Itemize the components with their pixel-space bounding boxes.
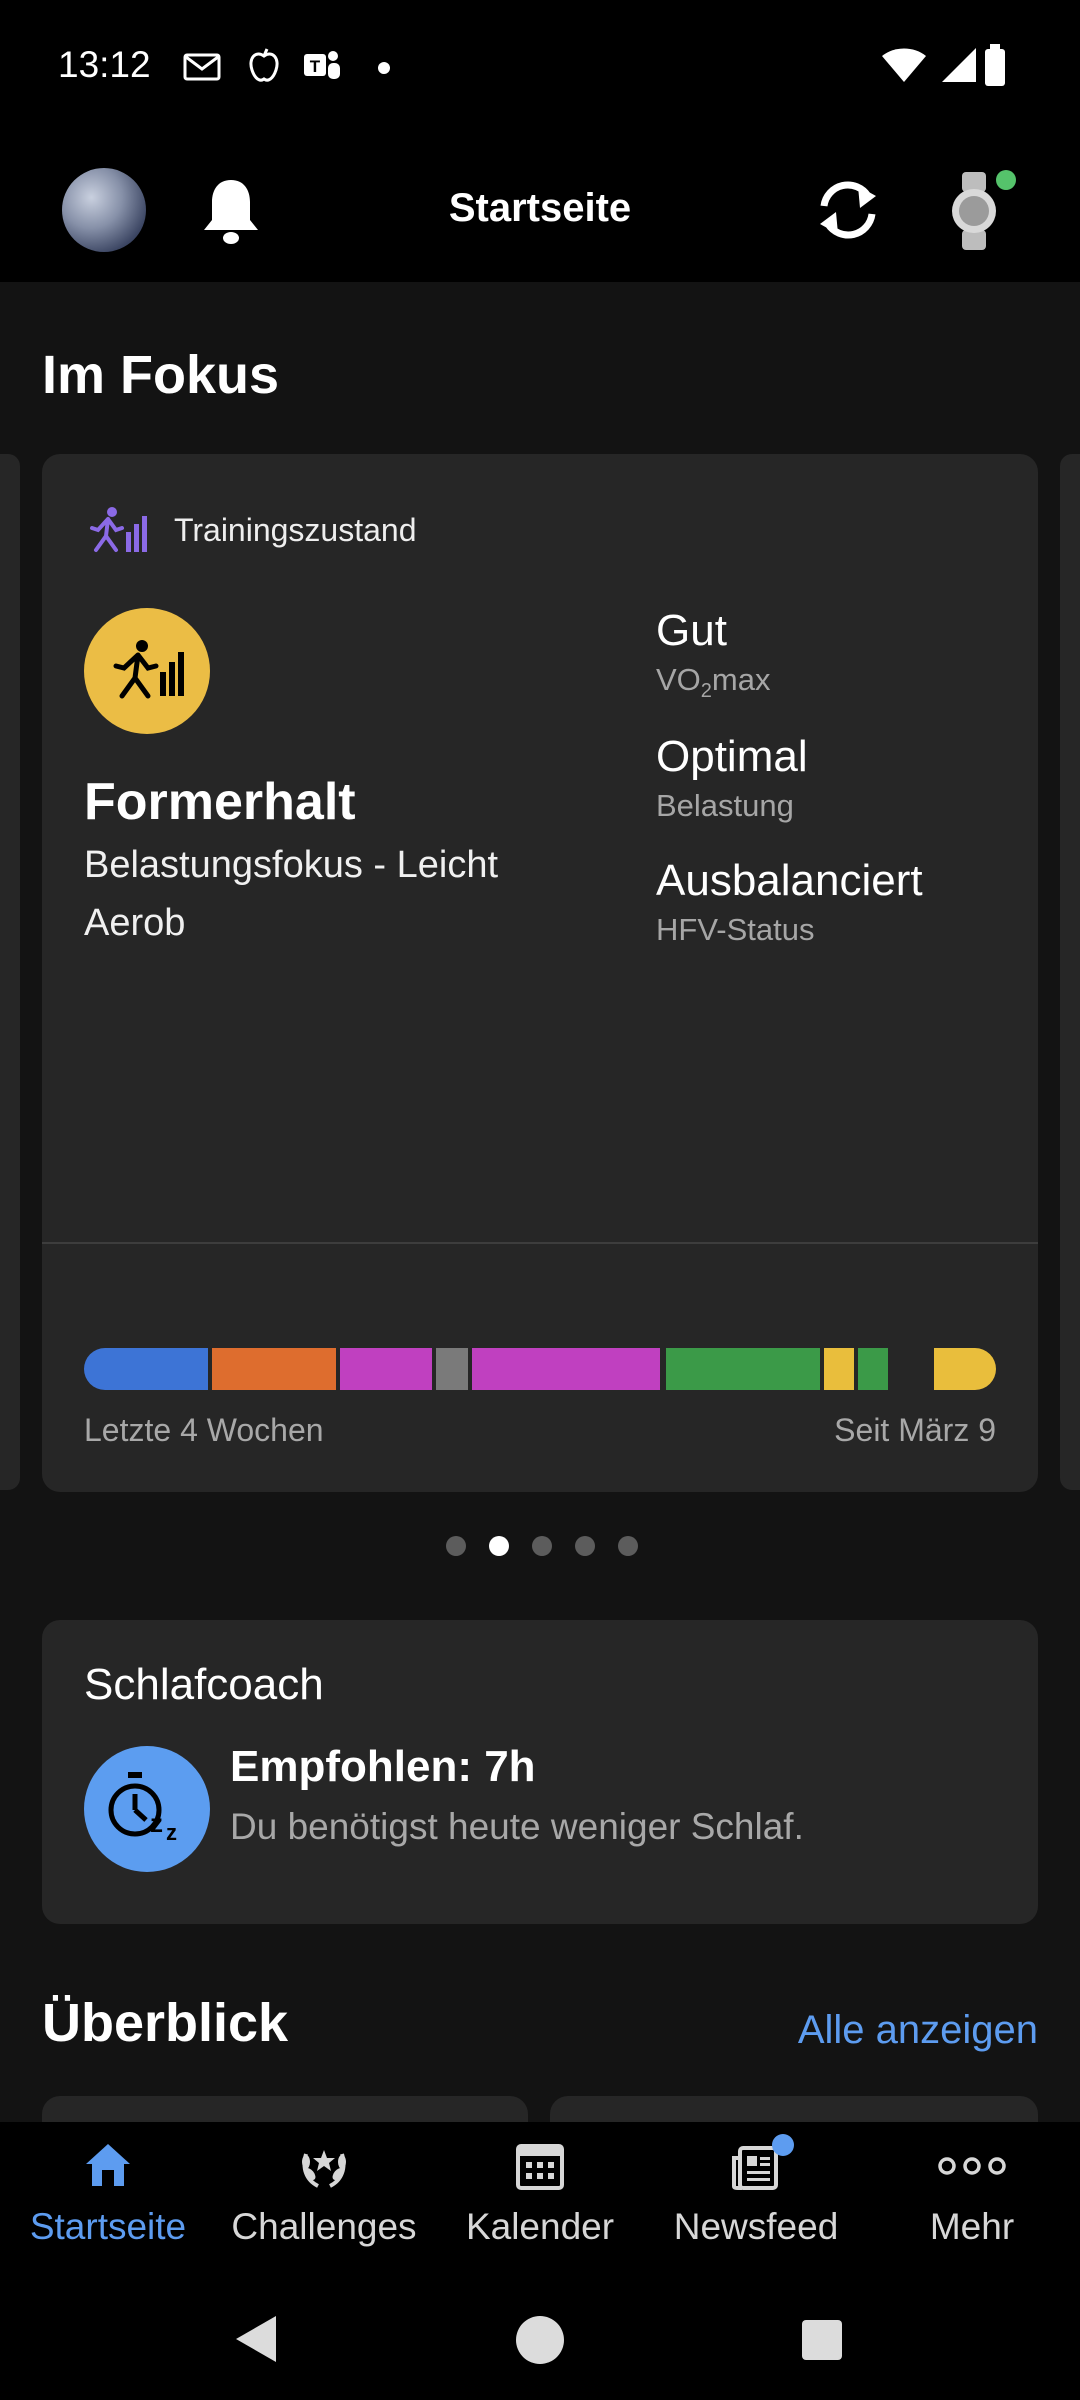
history-segment-3 [340, 1348, 432, 1390]
history-segment-7 [824, 1348, 854, 1390]
svg-text:T: T [310, 57, 321, 76]
training-status-subtitle: Belastungsfokus - Leicht Aerob [84, 844, 499, 944]
nav-label: Mehr [929, 2206, 1015, 2247]
sleep-coach-title: Schlafcoach [84, 1660, 324, 1709]
home-icon [86, 2144, 130, 2186]
history-segment-1 [84, 1348, 208, 1390]
card-divider [42, 1242, 1038, 1244]
recents-button[interactable] [802, 2320, 842, 2360]
training-status-card[interactable]: Trainingszustand Formerhalt Belastungsfo… [42, 454, 1038, 1492]
more-icon [938, 2157, 1006, 2175]
history-segment-5 [472, 1348, 660, 1390]
history-segment-6 [666, 1348, 820, 1390]
status-time: 13:12 [58, 44, 151, 85]
nav-label: Kalender [465, 2206, 615, 2247]
nav-label: Newsfeed [673, 2206, 839, 2247]
metric-vo2max-label: VO2max [656, 662, 771, 703]
home-button[interactable] [516, 2316, 564, 2364]
pager-dot-2[interactable] [489, 1536, 509, 1556]
section-title-overview: Überblick [42, 1993, 289, 2053]
history-caption-left: Letzte 4 Wochen [84, 1412, 324, 1448]
sleep-timer-icon: z z [108, 1772, 177, 1845]
metric-hrv-label: HFV-Status [656, 912, 815, 947]
pager-dot-4[interactable] [575, 1536, 595, 1556]
show-all-link[interactable]: Alle anzeigen [798, 2008, 1038, 2053]
battery-icon [985, 44, 1005, 86]
sleep-coach-card[interactable]: Schlafcoach z z Empfohlen: 7h Du benötig… [42, 1620, 1038, 1924]
metric-load-label: Belastung [656, 788, 794, 823]
history-segment-8 [858, 1348, 888, 1390]
svg-text:z: z [150, 1808, 163, 1838]
wifi-icon [882, 48, 926, 82]
history-segment-9 [934, 1348, 996, 1390]
laurel-icon [302, 2150, 346, 2188]
previous-card-peek[interactable] [0, 454, 20, 1490]
history-segment-4 [436, 1348, 468, 1390]
calendar-icon [516, 2144, 564, 2190]
watch-connected-indicator [996, 170, 1016, 190]
history-segment-2 [212, 1348, 336, 1390]
sleep-coach-badge: z z [84, 1746, 210, 1872]
metric-hrv-value: Ausbalanciert [656, 856, 923, 905]
training-status-icon [90, 507, 147, 552]
sleep-coach-headline: Empfohlen: 7h [230, 1742, 536, 1791]
history-caption-right: Seit März 9 [834, 1412, 996, 1448]
nav-label: Startseite [29, 2206, 187, 2247]
sync-icon[interactable] [812, 176, 884, 244]
cell-signal-icon [942, 48, 976, 82]
mail-icon [183, 53, 221, 81]
svg-text:z: z [166, 1820, 177, 1845]
training-status-value: Formerhalt [84, 773, 356, 831]
metric-vo2max-value: Gut [656, 606, 727, 655]
page-title: Startseite [448, 186, 632, 230]
sleep-coach-text: Du benötigst heute weniger Schlaf. [230, 1806, 804, 1847]
watch-icon[interactable] [948, 172, 1000, 250]
section-title-focus: Im Fokus [42, 345, 280, 405]
nav-label: Challenges [231, 2206, 417, 2247]
newsfeed-badge [772, 2134, 794, 2156]
running-person-icon [113, 640, 184, 699]
pager-dot-5[interactable] [618, 1536, 638, 1556]
next-card-peek[interactable] [1060, 454, 1080, 1490]
fitness-app-icon [249, 48, 279, 82]
training-status-badge [84, 608, 210, 734]
dot-icon [378, 62, 390, 74]
teams-icon: T [304, 51, 340, 79]
card-title: Trainingszustand [174, 512, 417, 548]
pager-dot-3[interactable] [532, 1536, 552, 1556]
back-button[interactable] [232, 2314, 278, 2364]
pager-dot-1[interactable] [446, 1536, 466, 1556]
metric-load-value: Optimal [656, 732, 808, 781]
